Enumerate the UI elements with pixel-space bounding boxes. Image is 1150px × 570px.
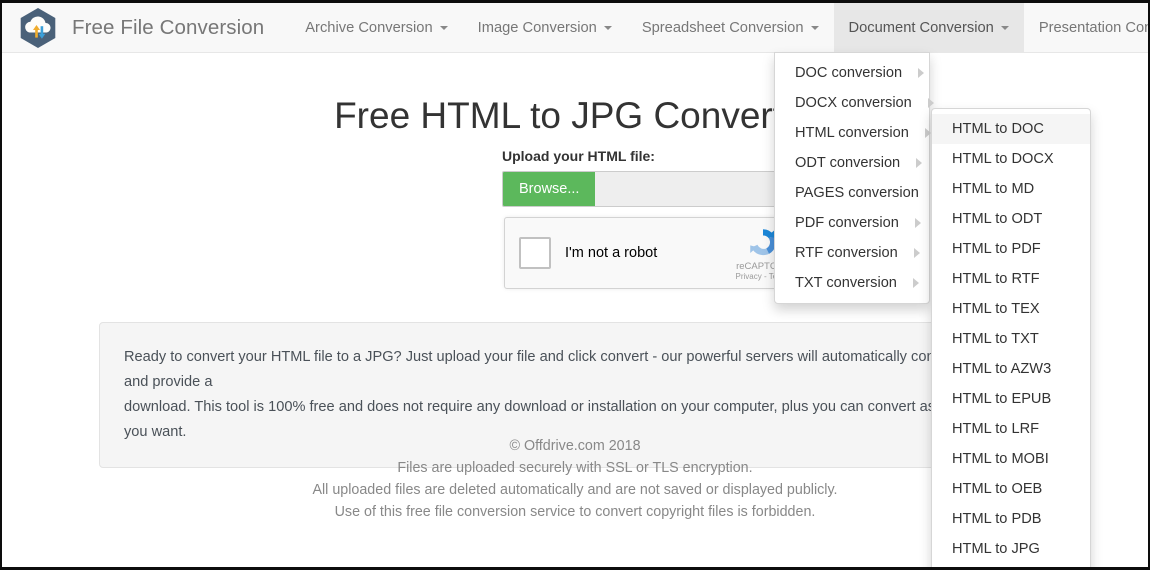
submenu-item-label: HTML to DOCX [952,151,1054,167]
chevron-right-icon [918,68,925,78]
navbar: Free File Conversion Archive Conversion … [2,3,1148,53]
menu-item-label: DOC conversion [795,65,903,81]
chevron-right-icon [912,278,919,288]
submenu-item-html-to-oeb[interactable]: HTML to OEB [932,474,1090,504]
submenu-item-label: HTML to MOBI [952,451,1049,467]
chevron-right-icon [916,158,923,168]
submenu-item-label: HTML to PDF [952,241,1041,257]
submenu-item-html-to-docx[interactable]: HTML to DOCX [932,144,1090,174]
submenu-item-html-to-txt[interactable]: HTML to TXT [932,324,1090,354]
nav-item-document-conversion[interactable]: Document Conversion [833,3,1024,52]
document-conversion-dropdown: DOC conversion DOCX conversion HTML conv… [774,52,941,304]
submenu-item-html-to-lrf[interactable]: HTML to LRF [932,414,1090,444]
chevron-right-icon [913,248,920,258]
menu-item-rtf-conversion[interactable]: RTF conversion [775,238,929,268]
chevron-down-icon [1000,25,1009,30]
info-text-line-1: Ready to convert your HTML file to a JPG… [124,349,1015,390]
submenu-item-label: HTML to TXT [952,331,1039,347]
chevron-down-icon [439,25,448,30]
menu-item-label: ODT conversion [795,155,901,171]
recaptcha-checkbox[interactable] [519,237,551,269]
submenu-item-html-to-odt[interactable]: HTML to ODT [932,204,1090,234]
menu-item-label: HTML conversion [795,125,909,141]
recaptcha-label: I'm not a robot [565,245,658,261]
browser-page: Free File Conversion Archive Conversion … [0,0,1150,570]
menu-item-label: DOCX conversion [795,95,912,111]
submenu-item-html-to-png[interactable]: HTML to PNG [932,564,1090,567]
recaptcha-widget[interactable]: I'm not a robot reCAPTCHA Privacy - Term… [504,217,806,289]
nav-item-archive-conversion[interactable]: Archive Conversion [290,3,462,52]
submenu-item-label: HTML to MD [952,181,1035,197]
nav-item-label: Image Conversion [477,19,597,36]
html-conversion-submenu: HTML to DOC HTML to DOCX HTML to MD HTML… [931,108,1091,567]
nav-item-image-conversion[interactable]: Image Conversion [463,3,627,52]
menu-item-docx-conversion[interactable]: DOCX conversion [775,88,934,118]
menu-item-label: TXT conversion [795,275,897,291]
submenu-item-label: HTML to JPG [952,541,1040,557]
chevron-right-icon [914,218,921,228]
menu-item-html-conversion[interactable]: HTML conversion [775,118,931,148]
submenu-item-html-to-mobi[interactable]: HTML to MOBI [932,444,1090,474]
submenu-item-label: HTML to OEB [952,481,1043,497]
menu-item-odt-conversion[interactable]: ODT conversion [775,148,929,178]
submenu-item-label: HTML to DOC [952,121,1044,137]
nav-item-label: Presentation Conversion [1038,19,1148,36]
brand-name: Free File Conversion [72,15,265,39]
chevron-down-icon [810,25,819,30]
nav-item-presentation-conversion[interactable]: Presentation Conversion [1024,3,1148,52]
nav-item-label: Spreadsheet Conversion [641,19,804,36]
menu-item-label: PAGES conversion [795,185,919,201]
submenu-item-label: HTML to ODT [952,211,1043,227]
menu-item-pdf-conversion[interactable]: PDF conversion [775,208,929,238]
submenu-item-html-to-azw3[interactable]: HTML to AZW3 [932,354,1090,384]
browse-button[interactable]: Browse... [503,172,596,206]
chevron-right-icon [927,98,934,108]
submenu-item-html-to-rtf[interactable]: HTML to RTF [932,264,1090,294]
submenu-item-label: HTML to TEX [952,301,1040,317]
menu-item-pages-conversion[interactable]: PAGES conversion [775,178,941,208]
submenu-item-html-to-tex[interactable]: HTML to TEX [932,294,1090,324]
chevron-right-icon [924,128,931,138]
submenu-item-label: HTML to LRF [952,421,1040,437]
menu-item-label: RTF conversion [795,245,898,261]
menu-item-label: PDF conversion [795,215,899,231]
chevron-down-icon [603,25,612,30]
nav-item-label: Document Conversion [848,19,994,36]
nav-items: Archive Conversion Image Conversion Spre… [290,3,1148,52]
submenu-item-label: HTML to EPUB [952,391,1052,407]
menu-item-doc-conversion[interactable]: DOC conversion [775,58,929,88]
nav-item-label: Archive Conversion [305,19,433,36]
cloud-upload-download-hexagon-icon [20,7,56,48]
submenu-item-label: HTML to RTF [952,271,1040,287]
submenu-item-label: HTML to PDB [952,511,1042,527]
submenu-item-html-to-jpg[interactable]: HTML to JPG [932,534,1090,564]
submenu-item-html-to-doc[interactable]: HTML to DOC [932,114,1090,144]
menu-item-txt-conversion[interactable]: TXT conversion [775,268,929,298]
submenu-item-html-to-md[interactable]: HTML to MD [932,174,1090,204]
brand-link[interactable]: Free File Conversion [2,3,278,52]
nav-item-spreadsheet-conversion[interactable]: Spreadsheet Conversion [627,3,834,52]
submenu-item-html-to-pdf[interactable]: HTML to PDF [932,234,1090,264]
submenu-item-html-to-epub[interactable]: HTML to EPUB [932,384,1090,414]
submenu-item-html-to-pdb[interactable]: HTML to PDB [932,504,1090,534]
submenu-item-label: HTML to AZW3 [952,361,1052,377]
